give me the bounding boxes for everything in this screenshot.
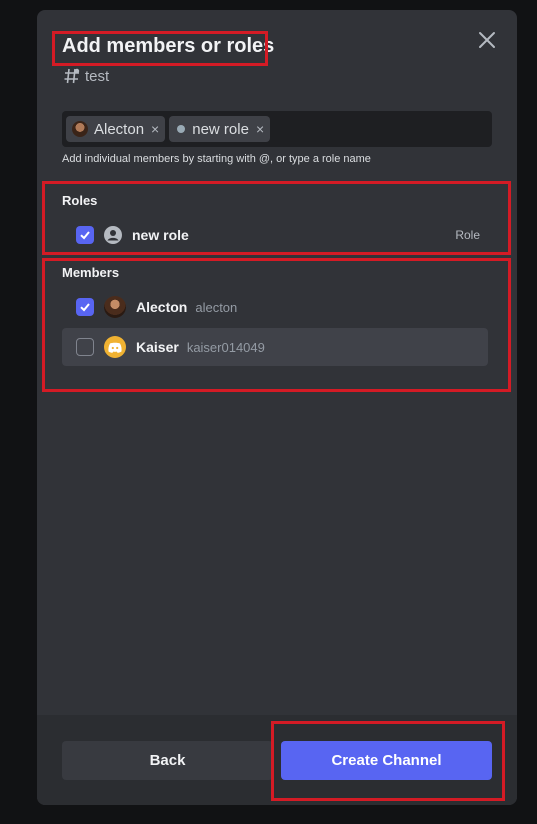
member-row-alecton[interactable]: Alecton alecton [62, 288, 488, 326]
channel-name: test [85, 67, 110, 85]
chip-new-role: new role × [169, 116, 271, 142]
role-row-new-role[interactable]: new role Role [62, 216, 488, 254]
role-name: new role [132, 227, 189, 243]
modal-title: Add members or roles [62, 35, 275, 57]
modal-footer: Back Create Channel [37, 715, 517, 805]
checkbox-checked[interactable] [76, 298, 94, 316]
avatar [72, 121, 88, 137]
chip-label: new role [192, 120, 249, 138]
role-icon [104, 226, 122, 244]
member-handle: kaiser014049 [186, 339, 265, 355]
channel-hash-icon [64, 68, 80, 84]
member-handle: alecton [195, 299, 238, 315]
add-members-modal: Add members or roles test Alecton × new … [37, 10, 517, 805]
member-name: Alecton [136, 299, 188, 315]
chip-alecton: Alecton × [66, 116, 166, 142]
checkbox-checked[interactable] [76, 226, 94, 244]
checkbox-unchecked[interactable] [76, 338, 94, 356]
role-color-dot [177, 125, 186, 133]
role-type-label: Role [455, 228, 480, 242]
create-channel-button[interactable]: Create Channel [281, 741, 492, 780]
member-search-input[interactable]: Alecton × new role × [62, 111, 492, 147]
member-name: Kaiser [136, 339, 179, 355]
member-row-kaiser[interactable]: Kaiser kaiser014049 [62, 328, 488, 366]
input-hint: Add individual members by starting with … [62, 153, 371, 165]
channel-subtitle: test [63, 67, 109, 85]
members-heading: Members [62, 265, 120, 280]
close-icon[interactable] [475, 28, 499, 52]
chip-label: Alecton [94, 120, 145, 138]
avatar [104, 296, 126, 318]
discord-avatar-icon [104, 336, 126, 358]
chip-remove-icon[interactable]: × [256, 121, 264, 137]
chip-remove-icon[interactable]: × [151, 121, 159, 137]
roles-heading: Roles [62, 193, 98, 208]
back-button[interactable]: Back [62, 741, 273, 780]
